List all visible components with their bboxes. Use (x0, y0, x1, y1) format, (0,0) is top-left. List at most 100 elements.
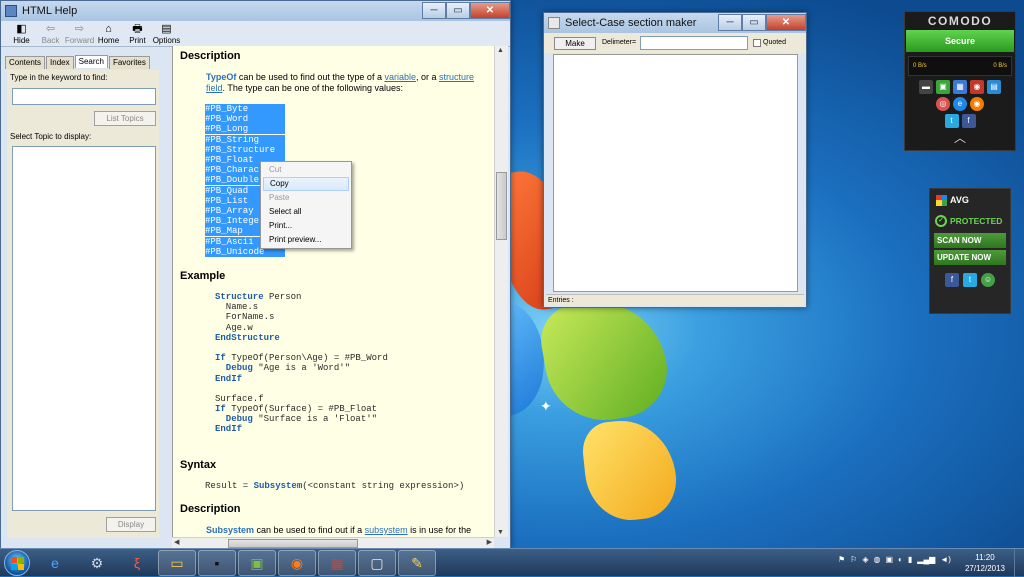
taskbar-app-button[interactable]: ▦ (318, 550, 356, 576)
context-menu-item-print-preview[interactable]: Print preview... (263, 233, 349, 247)
help-toolbar: ◧ Hide ⇦ Back ⇨ Forward ⌂ Home 🖶 Print ▤ Options (1, 21, 510, 47)
help-app-icon: ▢ (370, 554, 384, 571)
toolbar-forward-button[interactable]: ⇨ Forward (65, 21, 94, 46)
protected-label: PROTECTED (950, 216, 1003, 226)
topics-list[interactable] (12, 146, 156, 511)
keyword-input[interactable] (12, 88, 156, 105)
volume-icon[interactable]: ◄) (940, 555, 951, 564)
toolbar-back-button[interactable]: ⇦ Back (36, 21, 65, 46)
help-titlebar[interactable]: HTML Help ─ ▭ ✕ (1, 1, 510, 21)
clock[interactable]: 11:20 27/12/2013 (962, 552, 1008, 574)
subsystem-description: Subsystem can be used to find out if a s… (206, 525, 491, 536)
network-status-icon[interactable]: ⚑ (838, 555, 845, 564)
internet-explorer-icon[interactable]: e (953, 97, 967, 111)
facebook-icon[interactable]: f (961, 114, 976, 128)
search-panel: Type in the keyword to find: List Topics… (7, 70, 159, 538)
help-content-pane[interactable]: Description TypeOf can be used to find o… (172, 46, 494, 537)
type-value: #PB_Long (205, 124, 285, 135)
select-case-app-icon (548, 17, 560, 29)
maximize-button[interactable]: ▭ (446, 1, 470, 19)
taskbar-app-button[interactable]: ⚙ (78, 550, 116, 576)
code-line: Debug "Age is a 'Word'" (215, 363, 388, 373)
battery-icon[interactable]: ▮ (908, 555, 912, 564)
context-menu-item-paste[interactable]: Paste (263, 191, 349, 205)
minimize-button[interactable]: ─ (718, 13, 742, 31)
firefox-icon[interactable]: ◉ (970, 97, 984, 111)
delimeter-input[interactable] (640, 36, 748, 50)
scroll-left-arrow-icon[interactable]: ◀ (174, 538, 179, 546)
display-button[interactable]: Display (106, 517, 156, 532)
window-app-icon: ▦ (330, 554, 344, 571)
monitor-icon[interactable]: ▤ (987, 80, 1001, 94)
comodo-status[interactable]: Secure (906, 30, 1014, 52)
tasks-icon[interactable]: ▬ (919, 80, 933, 94)
chat-icon[interactable]: ☺ (981, 273, 995, 287)
tab-favorites[interactable]: Favorites (108, 56, 150, 69)
back-arrow-icon: ⇦ (45, 23, 56, 35)
list-topics-button[interactable]: List Topics (94, 111, 156, 126)
updates-tray-icon[interactable]: ◐ (898, 555, 903, 564)
avg-widget: AVG ✓ PROTECTED SCAN NOW UPDATE NOW f t … (929, 188, 1011, 314)
flag-icon[interactable]: ⚐ (850, 555, 857, 564)
twitter-icon[interactable]: t (963, 273, 977, 287)
close-button[interactable]: ✕ (766, 13, 806, 31)
code-line: ForName.s (215, 312, 388, 322)
code-text: Age.w (215, 322, 253, 333)
show-desktop-button[interactable] (1014, 549, 1024, 577)
chevron-up-icon[interactable]: ︿ (905, 129, 1015, 146)
facebook-icon[interactable]: f (945, 273, 959, 287)
quoted-checkbox[interactable] (753, 39, 761, 47)
taskbar-app-button[interactable]: ▪ (198, 550, 236, 576)
tab-index[interactable]: Index (46, 56, 74, 69)
toolbar-options-button[interactable]: ▤ Options (152, 21, 181, 46)
output-textarea[interactable] (553, 54, 798, 292)
security-tray-icon[interactable]: ◈ (862, 555, 868, 564)
context-menu-item-copy[interactable]: Copy (263, 177, 349, 191)
chrome-icon[interactable]: ◎ (936, 97, 950, 111)
update-now-button[interactable]: UPDATE NOW (934, 250, 1006, 265)
code-line: Age.w (215, 323, 388, 333)
twitter-icon[interactable]: t (944, 114, 959, 128)
tab-contents[interactable]: Contents (5, 56, 46, 69)
chat-tray-icon[interactable]: ◍ (874, 555, 881, 564)
hscrollbar-thumb[interactable] (228, 539, 358, 548)
taskbar-app-button[interactable]: ✎ (398, 550, 436, 576)
scan-now-button[interactable]: SCAN NOW (934, 233, 1006, 248)
signal-bars-icon[interactable]: ▂▄▆ (917, 555, 935, 564)
sandbox-icon[interactable]: ▣ (936, 80, 950, 94)
maximize-button[interactable]: ▭ (742, 13, 766, 31)
subsystem-link[interactable]: subsystem (365, 525, 408, 535)
scrollbar-thumb[interactable] (496, 172, 507, 240)
start-button[interactable] (4, 550, 30, 576)
content-vertical-scrollbar[interactable]: ▲ ▼ (494, 46, 508, 537)
code-text: "Surface is a 'Float'" (252, 414, 378, 425)
context-menu-item-select-all[interactable]: Select all (263, 205, 349, 219)
help-window-title: HTML Help (22, 5, 78, 17)
scroll-right-arrow-icon[interactable]: ▶ (487, 538, 492, 546)
taskbar-app-button[interactable]: ▣ (238, 550, 276, 576)
taskbar-app-button[interactable]: ξ (118, 550, 156, 576)
taskbar-app-button[interactable]: ▢ (358, 550, 396, 576)
make-button[interactable]: Make (554, 37, 596, 50)
context-menu-item-cut[interactable]: Cut (263, 163, 349, 177)
traffic-in: 0 B/s (913, 63, 927, 69)
scroll-up-arrow-icon[interactable]: ▲ (497, 47, 504, 54)
shield-tray-icon[interactable]: ▣ (885, 555, 893, 564)
minimize-button[interactable]: ─ (422, 1, 446, 19)
example-code-block[interactable]: Structure Person Name.s ForName.s Age.w E… (215, 292, 388, 435)
variable-link[interactable]: variable (384, 72, 416, 82)
kiosk-icon[interactable]: ▦ (953, 80, 967, 94)
scroll-down-arrow-icon[interactable]: ▼ (497, 529, 504, 536)
toolbar-print-button[interactable]: 🖶 Print (123, 21, 152, 46)
toolbar-home-button[interactable]: ⌂ Home (94, 21, 123, 46)
stop-icon[interactable]: ◉ (970, 80, 984, 94)
select-case-titlebar[interactable]: Select-Case section maker ─ ▭ ✕ (544, 13, 806, 33)
system-tray: ⚑ ⚐ ◈ ◍ ▣ ◐ ▮ ▂▄▆ ◄) (838, 555, 951, 564)
context-menu-item-print[interactable]: Print... (263, 219, 349, 233)
taskbar-app-button[interactable]: ◉ (278, 550, 316, 576)
close-button[interactable]: ✕ (470, 1, 510, 19)
taskbar-app-button[interactable]: ▭ (158, 550, 196, 576)
tab-search[interactable]: Search (74, 55, 108, 68)
taskbar-app-button[interactable]: e (36, 550, 74, 576)
toolbar-hide-button[interactable]: ◧ Hide (7, 21, 36, 46)
